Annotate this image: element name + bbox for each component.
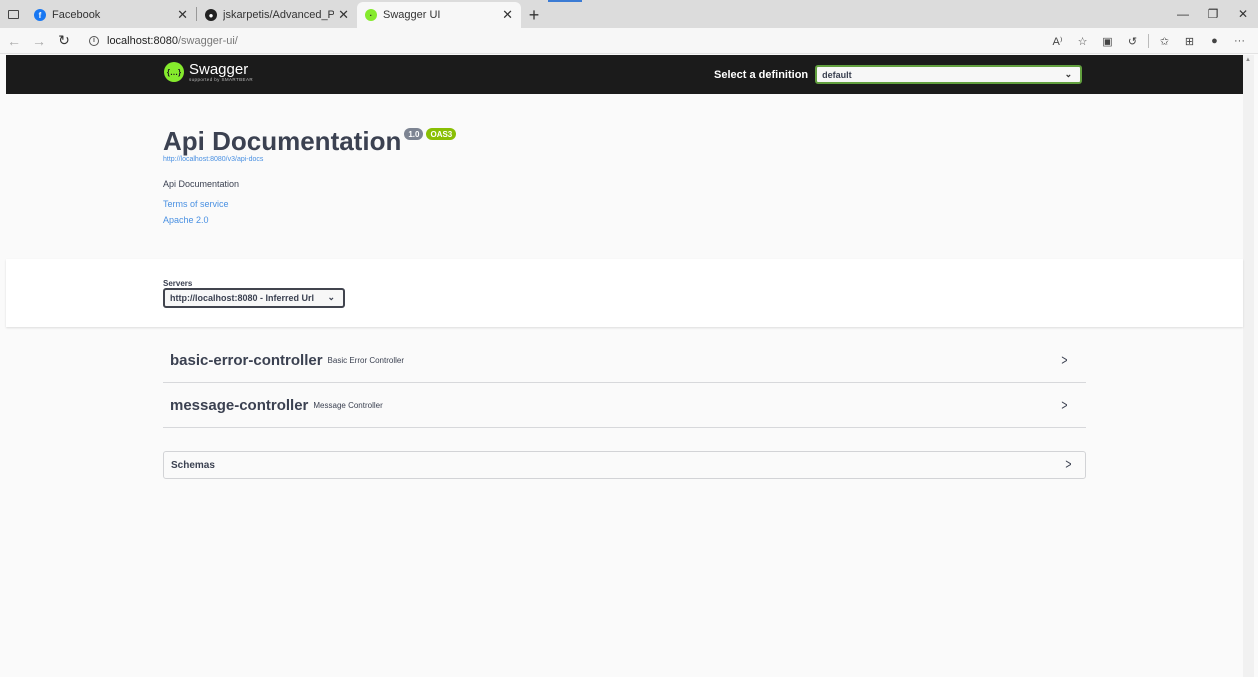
close-tab-icon[interactable]: ✕ xyxy=(502,7,513,23)
controller-description: Basic Error Controller xyxy=(327,356,405,365)
restore-button[interactable]: ❐ xyxy=(1198,0,1228,28)
info-icon: i xyxy=(89,35,99,46)
close-tab-icon[interactable]: ✕ xyxy=(177,7,188,23)
definition-value: default xyxy=(822,69,852,80)
close-tab-icon[interactable]: ✕ xyxy=(338,7,349,23)
browser-toolbar: A⁾ ☆ ▣ ↺ ✩ ⊞ ● ··· xyxy=(1045,28,1252,54)
controller-basic-error[interactable]: basic-error-controller Basic Error Contr… xyxy=(163,339,1086,383)
swagger-logo-text: Swagger xyxy=(189,61,249,78)
tab-actions-icon xyxy=(7,9,19,19)
controller-name: basic-error-controller xyxy=(170,352,323,369)
address-bar: ← → ↻ i localhost:8080/swagger-ui/ A⁾ ☆ … xyxy=(0,28,1258,54)
swagger-favicon-icon: · xyxy=(365,9,377,21)
url-field[interactable]: localhost:8080/swagger-ui/ xyxy=(107,35,238,47)
toolbar-divider xyxy=(1148,34,1149,48)
controller-description: Message Controller xyxy=(313,401,383,410)
scroll-up-icon[interactable]: ▲ xyxy=(1245,57,1251,63)
chevron-down-icon: ⌄ xyxy=(327,292,335,302)
definition-selector: Select a definition default ⌄ xyxy=(714,65,1083,84)
url-host: localhost:8080 xyxy=(107,34,178,47)
chevron-right-icon[interactable]: > xyxy=(1062,352,1068,369)
servers-value: http://localhost:8080 - Inferred Url xyxy=(170,293,315,303)
collections-icon[interactable]: ⊞ xyxy=(1177,30,1202,52)
swagger-logo-icon: {…} xyxy=(164,62,184,83)
more-menu-icon[interactable]: ··· xyxy=(1227,30,1252,52)
github-icon: ● xyxy=(205,9,217,21)
tab-label: jskarpetis/Advanced_Programmi xyxy=(223,9,335,21)
api-title-row: Api Documentation 1.0 OAS3 xyxy=(163,126,457,156)
tab-facebook[interactable]: f Facebook ✕ xyxy=(26,2,196,28)
back-button[interactable]: ← xyxy=(3,30,25,52)
refresh-icon: ↻ xyxy=(58,32,70,48)
favorite-star-icon[interactable]: ☆ xyxy=(1070,30,1095,52)
extension-icon[interactable]: ▣ xyxy=(1095,30,1120,52)
version-badge: 1.0 xyxy=(404,128,424,140)
license-link[interactable]: Apache 2.0 xyxy=(163,215,209,225)
chevron-down-icon: ⌄ xyxy=(1064,69,1073,79)
tab-swagger[interactable]: · Swagger UI ✕ xyxy=(357,2,521,28)
refresh-extension-icon[interactable]: ↺ xyxy=(1120,30,1145,52)
refresh-button[interactable]: ↻ xyxy=(53,30,75,52)
tab-accent-line xyxy=(548,0,582,2)
controller-message[interactable]: message-controller Message Controller > xyxy=(163,384,1086,428)
servers-section: Servers http://localhost:8080 - Inferred… xyxy=(6,259,1243,327)
read-aloud-icon[interactable]: A⁾ xyxy=(1045,30,1070,52)
minimize-button[interactable]: — xyxy=(1168,0,1198,28)
swagger-topbar: {…} Swagger supported by SMARTBEAR Selec… xyxy=(6,55,1243,94)
api-title: Api Documentation xyxy=(163,126,402,156)
definition-select[interactable]: default ⌄ xyxy=(815,65,1083,84)
window-controls: — ❐ ✕ xyxy=(1168,0,1258,28)
favorites-icon[interactable]: ✩ xyxy=(1152,30,1177,52)
controller-name: message-controller xyxy=(170,397,309,414)
tab-actions-button[interactable] xyxy=(0,0,26,28)
plus-icon: + xyxy=(528,4,540,25)
forward-button[interactable]: → xyxy=(28,30,50,52)
api-description: Api Documentation xyxy=(163,179,240,189)
api-info-section: Api Documentation 1.0 OAS3 http://localh… xyxy=(6,94,1243,259)
schemas-section[interactable]: Schemas > xyxy=(163,451,1086,479)
chevron-right-icon[interactable]: > xyxy=(1062,397,1068,414)
page-scrollbar[interactable]: ▲ xyxy=(1243,55,1254,677)
oas-badge: OAS3 xyxy=(426,128,457,140)
definition-label: Select a definition xyxy=(714,68,809,81)
close-window-button[interactable]: ✕ xyxy=(1228,0,1258,28)
schemas-label: Schemas xyxy=(171,459,215,471)
facebook-icon: f xyxy=(34,9,46,21)
tab-github[interactable]: ● jskarpetis/Advanced_Programmi ✕ xyxy=(197,2,357,28)
new-tab-button[interactable]: + xyxy=(521,2,547,28)
api-docs-link[interactable]: http://localhost:8080/v3/api-docs xyxy=(163,156,263,163)
tab-label: Facebook xyxy=(52,9,101,21)
url-path: /swagger-ui/ xyxy=(177,34,238,47)
site-info-button[interactable]: i xyxy=(85,32,103,50)
browser-tab-bar: f Facebook ✕ ● jskarpetis/Advanced_Progr… xyxy=(0,0,1258,28)
terms-of-service-link[interactable]: Terms of service xyxy=(163,199,229,209)
back-arrow-icon: ← xyxy=(7,32,21,49)
profile-avatar[interactable]: ● xyxy=(1202,30,1227,52)
forward-arrow-icon: → xyxy=(32,32,46,49)
servers-label: Servers xyxy=(163,279,193,288)
chevron-right-icon[interactable]: > xyxy=(1066,456,1072,473)
tab-label: Swagger UI xyxy=(383,9,441,21)
swagger-logo[interactable]: {…} Swagger supported by SMARTBEAR xyxy=(164,62,253,83)
servers-select[interactable]: http://localhost:8080 - Inferred Url ⌄ xyxy=(163,288,345,308)
swagger-logo-subtext: supported by SMARTBEAR xyxy=(189,77,253,82)
